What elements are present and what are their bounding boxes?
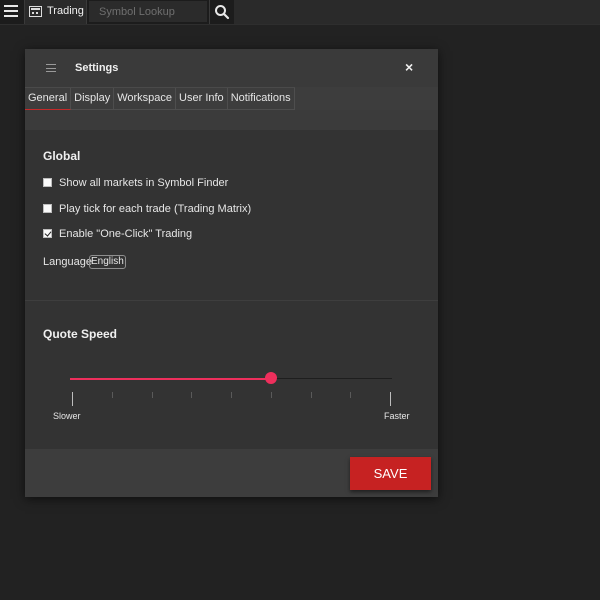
- quote-speed-heading: Quote Speed: [43, 327, 118, 341]
- slider-tick: [191, 392, 193, 398]
- settings-body: Global Show all markets in Symbol Finder…: [25, 130, 438, 449]
- language-label: Language: [43, 256, 92, 268]
- top-bar: Trading: [0, 0, 600, 25]
- search-icon: [215, 5, 230, 20]
- play-tick-checkbox[interactable]: [43, 204, 52, 213]
- faster-label: Faster: [384, 411, 410, 421]
- one-click-checkbox[interactable]: [43, 229, 52, 238]
- global-heading: Global: [43, 149, 81, 163]
- trading-tab[interactable]: Trading: [24, 0, 87, 24]
- slider-tick: [350, 392, 352, 398]
- slider-thumb[interactable]: [265, 372, 278, 384]
- trading-icon: [29, 6, 42, 17]
- tab-display[interactable]: Display: [71, 88, 115, 110]
- dialog-title: Settings: [75, 62, 119, 74]
- tab-workspace[interactable]: Workspace: [114, 88, 177, 110]
- slider-tick: [231, 392, 232, 398]
- tab-user-info[interactable]: User Info: [176, 88, 228, 110]
- topbar-filler: [234, 0, 600, 24]
- symbol-lookup-input[interactable]: [89, 1, 207, 22]
- slider-tick: [310, 392, 312, 398]
- dialog-header: Settings ×: [25, 49, 438, 87]
- slider-tick: [111, 392, 113, 398]
- dialog-menu-icon[interactable]: [46, 64, 56, 72]
- show-all-markets-label: Show all markets in Symbol Finder: [59, 177, 229, 189]
- play-tick-label: Play tick for each trade (Trading Matrix…: [59, 203, 252, 215]
- tab-notifications[interactable]: Notifications: [227, 88, 295, 110]
- language-select[interactable]: English: [89, 255, 126, 269]
- menu-icon[interactable]: [4, 5, 18, 19]
- slider-fill: [70, 378, 272, 380]
- search-button[interactable]: [209, 0, 235, 24]
- section-divider: [25, 300, 438, 301]
- tab-band: [25, 110, 438, 130]
- slider-tick: [390, 392, 391, 406]
- slider-tick: [72, 392, 73, 406]
- slider-tick: [151, 392, 153, 398]
- tab-general[interactable]: General: [25, 88, 72, 110]
- show-all-markets-checkbox[interactable]: [43, 178, 52, 187]
- slower-label: Slower: [53, 411, 81, 421]
- settings-dialog: Settings × General Display Workspace Use…: [25, 49, 438, 497]
- save-button[interactable]: SAVE: [350, 457, 431, 490]
- dialog-footer: SAVE: [25, 449, 438, 497]
- trading-tab-label: Trading: [47, 5, 84, 17]
- slider-tick: [270, 392, 272, 398]
- settings-tabs: General Display Workspace User Info Noti…: [25, 87, 295, 111]
- close-icon[interactable]: ×: [405, 60, 413, 74]
- one-click-label: Enable "One-Click" Trading: [59, 228, 193, 240]
